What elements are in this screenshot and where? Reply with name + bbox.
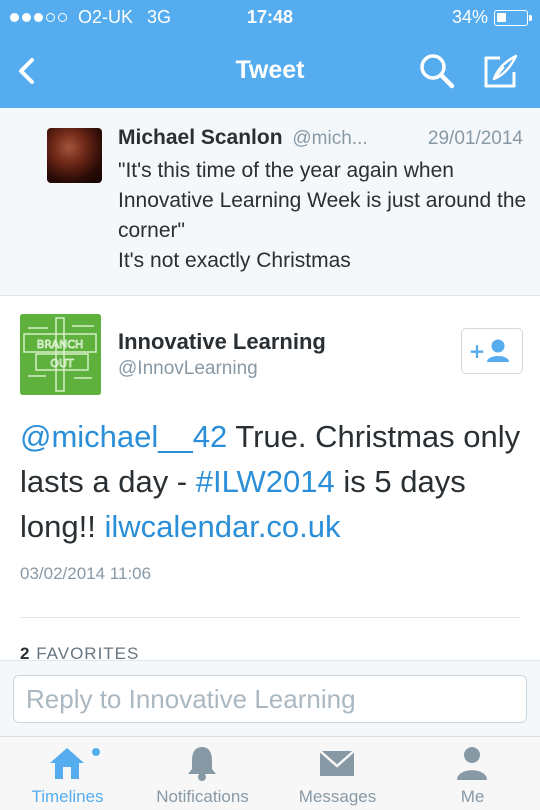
reply-bar bbox=[0, 660, 540, 736]
main-author-name[interactable]: Innovative Learning bbox=[118, 329, 326, 355]
svg-text:+: + bbox=[469, 339, 486, 363]
envelope-icon bbox=[319, 750, 355, 776]
add-user-icon: + bbox=[469, 339, 509, 363]
compose-icon bbox=[484, 54, 518, 88]
home-icon bbox=[50, 748, 84, 779]
battery-percent: 34% bbox=[451, 7, 488, 27]
parent-tweet-text: "It's this time of the year again when I… bbox=[118, 156, 528, 276]
person-icon bbox=[457, 747, 487, 780]
svg-text:OUT: OUT bbox=[50, 357, 74, 370]
main-tweet: BRANCH OUT Innovative Learning @InnovLea… bbox=[0, 296, 540, 663]
parent-tweet[interactable]: Michael Scanlon @mich... 29/01/2014 "It'… bbox=[0, 108, 540, 296]
svg-text:BRANCH: BRANCH bbox=[37, 338, 83, 351]
tab-label: Messages bbox=[298, 787, 377, 806]
parent-text-line: "It's this time of the year again when I… bbox=[118, 159, 527, 242]
reply-input[interactable] bbox=[13, 675, 527, 723]
tweet-text: @michael__42 True. Christmas only lasts … bbox=[20, 414, 525, 549]
parent-author-handle: @mich... bbox=[292, 128, 368, 149]
search-button[interactable] bbox=[418, 52, 456, 90]
parent-author-name[interactable]: Michael Scanlon bbox=[118, 126, 283, 149]
search-icon bbox=[420, 54, 455, 89]
parent-header: Michael Scanlon @mich... 29/01/2014 bbox=[118, 126, 523, 150]
tab-label: Me bbox=[460, 787, 485, 806]
compose-button[interactable] bbox=[480, 52, 520, 92]
main-author-handle: @InnovLearning bbox=[118, 358, 258, 379]
parent-date: 29/01/2014 bbox=[427, 128, 523, 149]
main-avatar[interactable]: BRANCH OUT bbox=[20, 314, 101, 395]
divider bbox=[20, 617, 520, 618]
mention-link[interactable]: @michael__42 bbox=[20, 419, 227, 454]
tab-label: Timelines bbox=[31, 787, 104, 806]
parent-avatar[interactable] bbox=[47, 128, 102, 183]
tweet-timestamp: 03/02/2014 11:06 bbox=[20, 564, 152, 583]
status-bar: O2-UK 3G 17:48 34% bbox=[0, 0, 540, 36]
page-title: Tweet bbox=[235, 56, 305, 84]
hashtag-link[interactable]: #ILW2014 bbox=[196, 464, 335, 499]
unread-dot bbox=[92, 748, 100, 756]
bell-icon bbox=[188, 747, 216, 781]
branch-out-logo: BRANCH OUT bbox=[20, 314, 101, 395]
tab-label: Notifications bbox=[156, 787, 249, 806]
tab-bar: Timelines Notifications Messages Me bbox=[0, 736, 540, 810]
battery-fill bbox=[497, 12, 507, 22]
top-bar: O2-UK 3G 17:48 34% Tweet bbox=[0, 0, 540, 108]
tab-me[interactable]: Me bbox=[405, 737, 540, 810]
follow-button[interactable]: + bbox=[461, 328, 523, 374]
url-link[interactable]: ilwcalendar.co.uk bbox=[104, 509, 340, 544]
parent-text-line: It's not exactly Christmas bbox=[118, 249, 351, 272]
nav-bar: Tweet bbox=[0, 36, 540, 108]
tab-notifications[interactable]: Notifications bbox=[135, 737, 270, 810]
tab-messages[interactable]: Messages bbox=[270, 737, 405, 810]
tab-timelines[interactable]: Timelines bbox=[0, 737, 135, 810]
battery-icon bbox=[494, 9, 532, 26]
status-right: 34% bbox=[451, 7, 532, 28]
